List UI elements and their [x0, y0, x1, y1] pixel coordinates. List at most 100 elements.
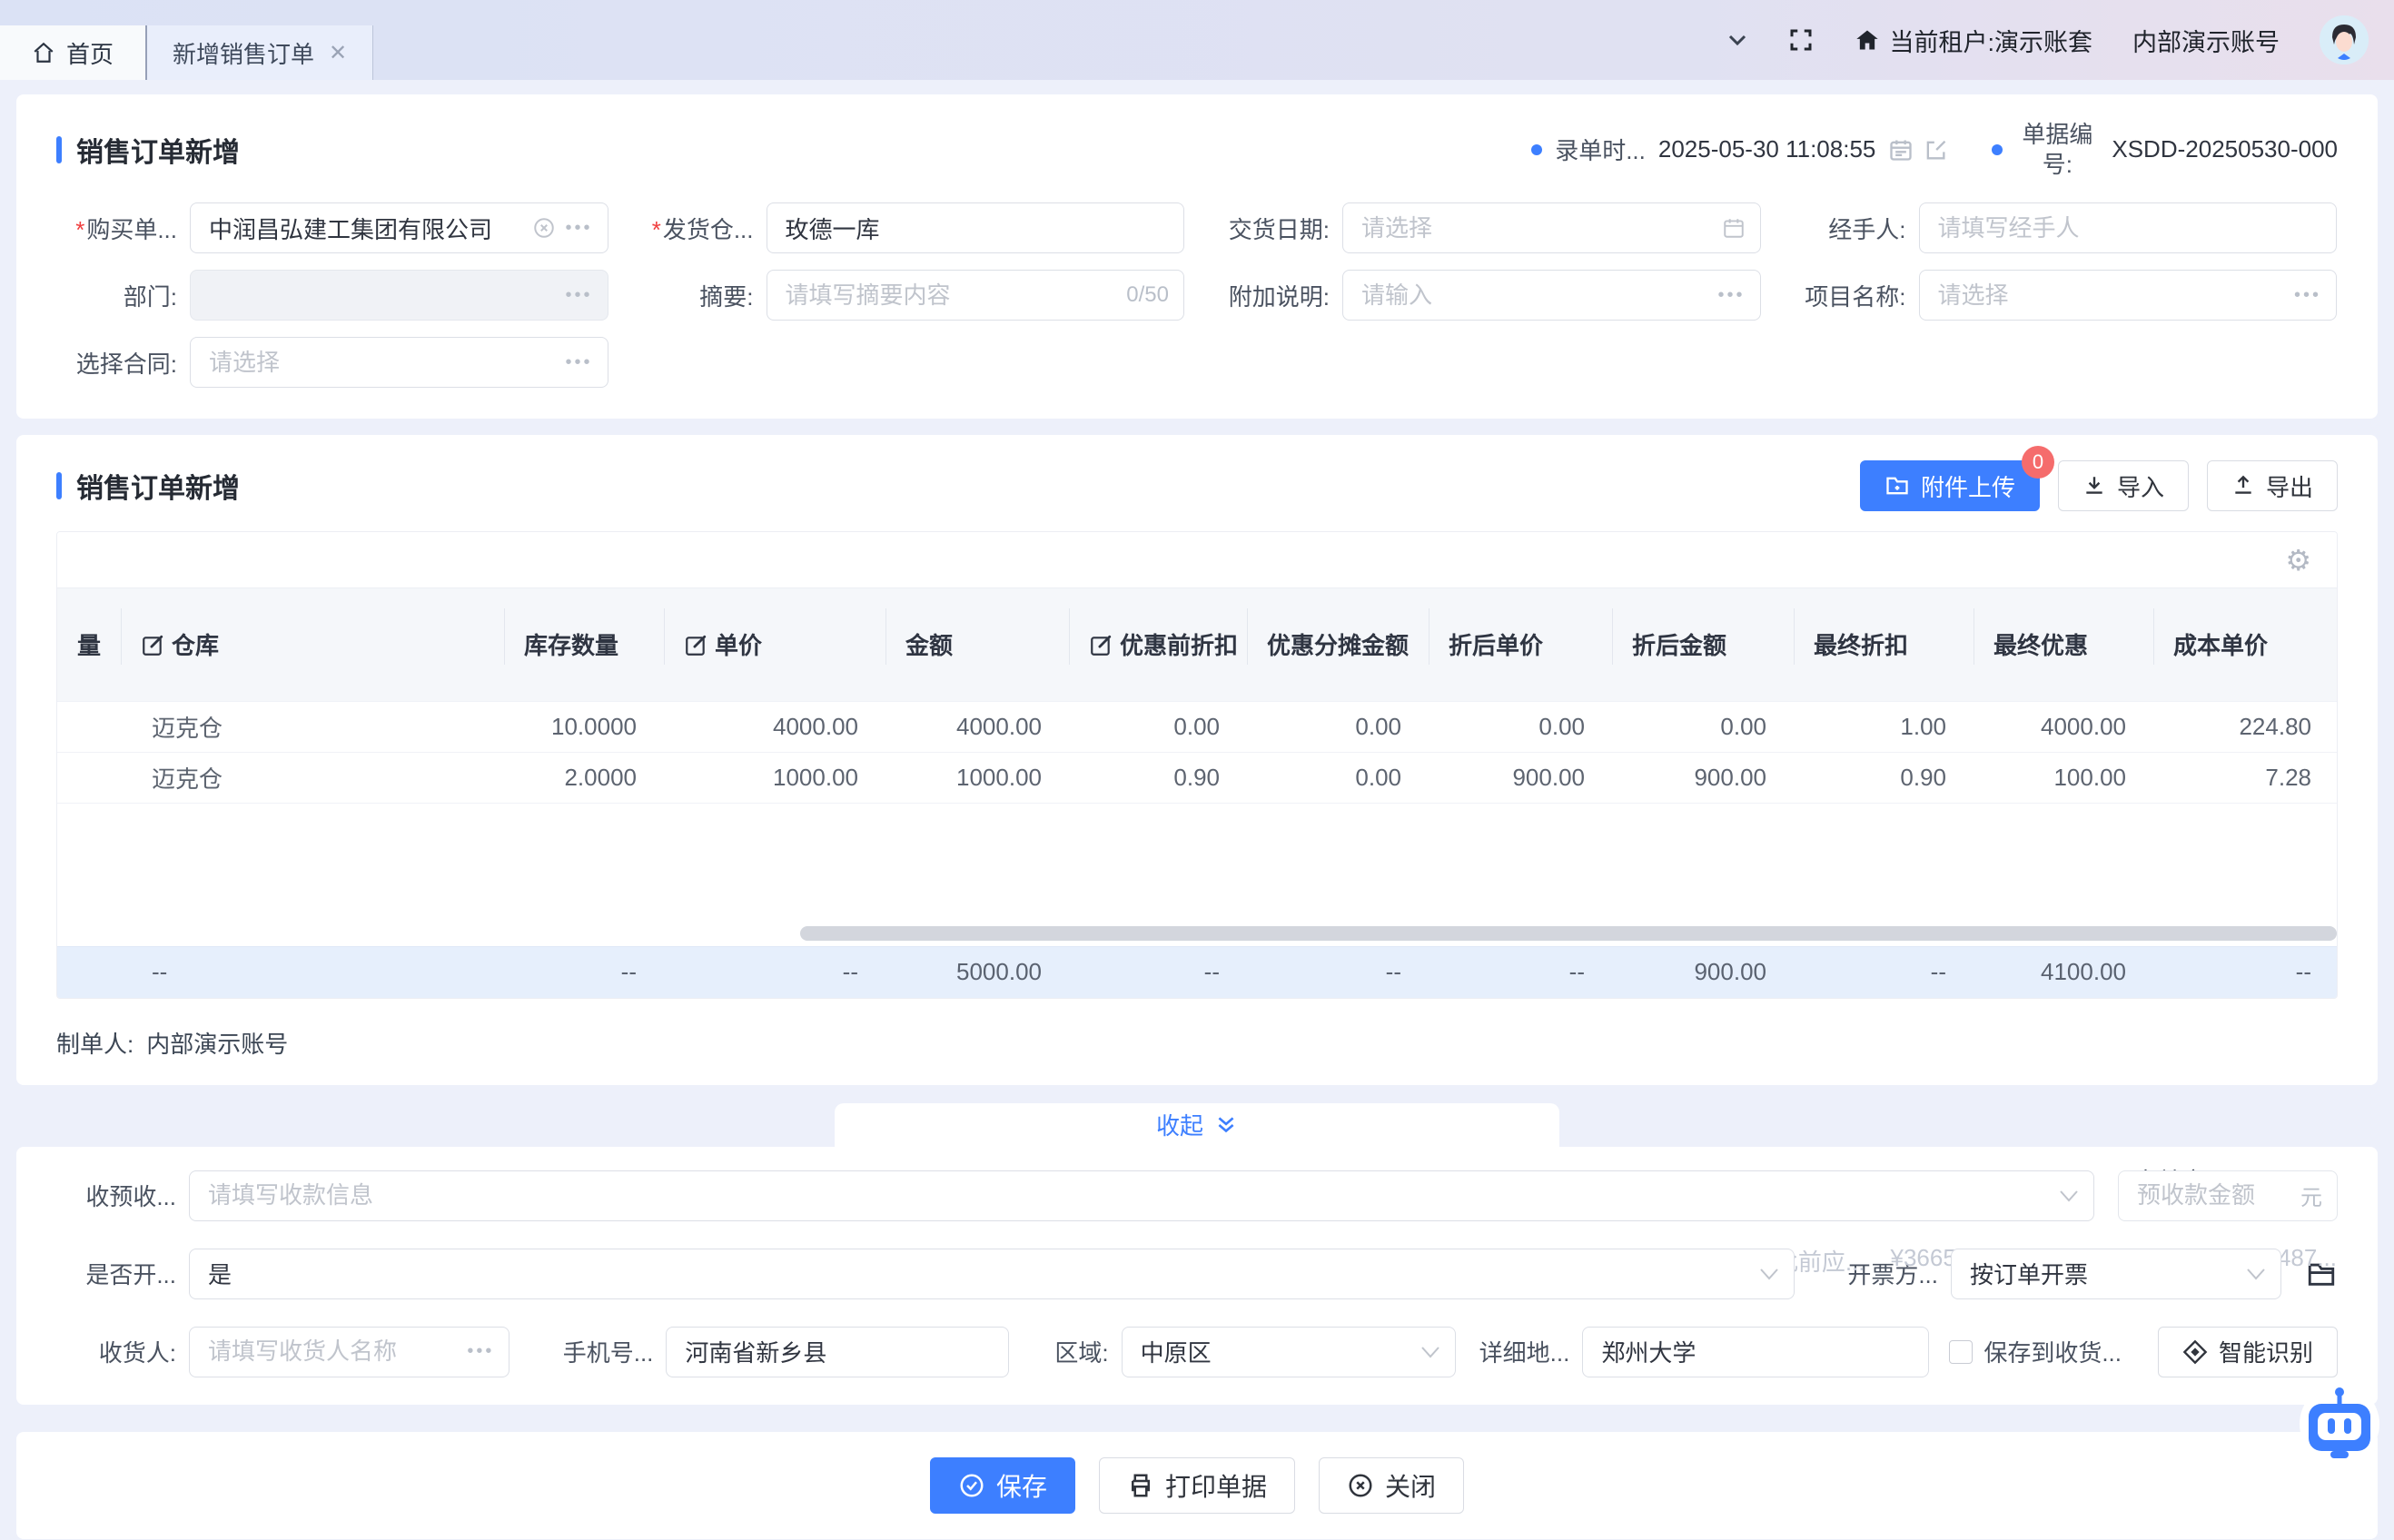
- cell: 10.0000: [504, 701, 664, 752]
- field-project: 项目名称: •••: [1786, 270, 2338, 321]
- more-icon[interactable]: •••: [1717, 285, 1745, 306]
- smart-recognition-button[interactable]: 智能识别: [2158, 1327, 2338, 1377]
- edit-icon[interactable]: [1923, 137, 1948, 163]
- region-select[interactable]: [1122, 1327, 1456, 1377]
- current-tenant[interactable]: 当前租户:演示账套: [1855, 23, 2092, 58]
- column-header[interactable]: 成本单价: [2153, 588, 2338, 701]
- close-button[interactable]: 关闭: [1319, 1457, 1464, 1514]
- table-empty-area: [57, 803, 2337, 946]
- advance-amount-input[interactable]: 元: [2118, 1170, 2338, 1221]
- column-header[interactable]: 折后单价: [1429, 588, 1612, 701]
- calendar-icon[interactable]: [1722, 216, 1746, 240]
- ai-assistant-robot-icon[interactable]: [2296, 1378, 2383, 1466]
- column-settings-gear-icon[interactable]: ⚙: [2285, 543, 2311, 578]
- column-header[interactable]: 金额: [885, 588, 1069, 701]
- contract-input[interactable]: •••: [190, 337, 608, 388]
- summary-cell: --: [664, 947, 885, 998]
- project-input[interactable]: •••: [1919, 270, 2338, 321]
- cell: 0.00: [1429, 701, 1612, 752]
- cell: 1.00: [1794, 701, 1974, 752]
- column-header[interactable]: 最终优惠: [1974, 588, 2153, 701]
- delivery-date-input[interactable]: [1342, 202, 1761, 253]
- page-title: 销售订单新增: [76, 130, 240, 170]
- field-department: 部门: •••: [57, 270, 608, 321]
- print-button[interactable]: 打印单据: [1099, 1457, 1295, 1514]
- account-name[interactable]: 内部演示账号: [2132, 23, 2280, 58]
- more-icon[interactable]: •••: [467, 1341, 494, 1362]
- column-header[interactable]: 库存数量: [504, 588, 664, 701]
- cell: 4000.00: [1974, 701, 2153, 752]
- table-row[interactable]: 迈克仓2.00001000.001000.000.900.00900.00900…: [57, 752, 2338, 803]
- tenant-label: 当前租户:演示账套: [1889, 23, 2092, 58]
- column-header[interactable]: 量: [57, 588, 121, 701]
- clear-icon[interactable]: [532, 216, 556, 240]
- avatar[interactable]: [2320, 15, 2369, 64]
- column-header[interactable]: 折后金额: [1612, 588, 1794, 701]
- summary-input[interactable]: 0/50: [767, 270, 1185, 321]
- column-header[interactable]: 优惠前折扣: [1069, 588, 1247, 701]
- record-time: 录单时... 2025-05-30 11:08:55: [1531, 133, 1948, 166]
- invoice-method-select[interactable]: [1951, 1249, 2281, 1299]
- cell: 0.00: [1612, 701, 1794, 752]
- advance-receipt-label: 收预收...: [56, 1179, 176, 1212]
- tab-home[interactable]: 首页: [0, 25, 145, 80]
- region-label: 区域:: [1054, 1335, 1108, 1368]
- diamond-navigation-icon: [2182, 1339, 2208, 1365]
- save-to-receiver-checkbox[interactable]: [1949, 1340, 1973, 1364]
- column-header[interactable]: 仓库: [121, 588, 504, 701]
- export-button[interactable]: 导出: [2207, 460, 2338, 511]
- warehouse-input[interactable]: [767, 202, 1185, 253]
- field-contract: 选择合同: •••: [57, 337, 608, 388]
- phone-input[interactable]: [666, 1327, 1009, 1377]
- more-icon[interactable]: •••: [565, 352, 592, 373]
- items-table-block: ⚙ 量仓库库存数量单价金额优惠前折扣优惠分摊金额折后单价折后金额最终折扣最终优惠…: [56, 531, 2338, 999]
- record-time-value: 2025-05-30 11:08:55: [1658, 135, 1876, 163]
- handler-input[interactable]: [1919, 202, 2338, 253]
- collapse-button[interactable]: 收起: [835, 1103, 1559, 1147]
- table-row[interactable]: 迈克仓10.00004000.004000.000.000.000.000.00…: [57, 701, 2338, 752]
- department-input[interactable]: •••: [190, 270, 608, 321]
- chevron-down-icon: [1420, 1346, 1440, 1358]
- column-header[interactable]: 优惠分摊金额: [1247, 588, 1429, 701]
- download-icon: [2082, 474, 2106, 498]
- note-input[interactable]: •••: [1342, 270, 1761, 321]
- field-note: 附加说明: •••: [1210, 270, 1761, 321]
- summary-cell: --: [121, 947, 504, 998]
- horizontal-scrollbar[interactable]: [800, 926, 2337, 941]
- save-button[interactable]: 保存: [930, 1457, 1075, 1514]
- summary-table: ------5000.00------900.00--4100.00--: [57, 946, 2338, 998]
- summary-row: ------5000.00------900.00--4100.00--: [57, 947, 2338, 998]
- cell: 0.00: [1069, 701, 1247, 752]
- column-header[interactable]: 单价: [664, 588, 885, 701]
- cell: 0.90: [1069, 752, 1247, 803]
- field-buyer: *购买单... •••: [57, 202, 608, 253]
- payment-delivery-card: 优惠分... 整单折... 1 本单应收: ¥900.00 此前应... ¥36…: [16, 1147, 2378, 1405]
- collapse-label: 收起: [1156, 1108, 1203, 1141]
- fullscreen-icon[interactable]: [1787, 26, 1815, 54]
- chevron-down-icon: [2246, 1268, 2266, 1280]
- tab-new-sales-order[interactable]: 新增销售订单 ✕: [145, 25, 373, 80]
- cell: [57, 701, 121, 752]
- invoice-flag-label: 是否开...: [56, 1257, 176, 1290]
- tab-close-icon[interactable]: ✕: [329, 40, 347, 66]
- blue-dot-icon: [1531, 144, 1542, 155]
- import-button[interactable]: 导入: [2058, 460, 2189, 511]
- more-icon[interactable]: •••: [2294, 285, 2321, 306]
- edit-column-icon: [141, 634, 164, 657]
- column-header[interactable]: 最终折扣: [1794, 588, 1974, 701]
- advance-receipt-select[interactable]: [189, 1170, 2094, 1221]
- attachment-upload-button[interactable]: 附件上传: [1860, 460, 2040, 511]
- maker-label: 制单人:: [56, 1026, 134, 1060]
- invoice-flag-select[interactable]: [189, 1249, 1795, 1299]
- chevron-down-icon[interactable]: [1727, 33, 1747, 47]
- maker-value: 内部演示账号: [146, 1026, 288, 1060]
- cell: 2.0000: [504, 752, 664, 803]
- more-icon[interactable]: •••: [565, 218, 592, 239]
- cell: 0.90: [1794, 752, 1974, 803]
- buyer-input[interactable]: •••: [190, 202, 608, 253]
- address-input[interactable]: [1582, 1327, 1929, 1377]
- calendar-icon[interactable]: [1888, 137, 1914, 163]
- top-bar: 首页 新增销售订单 ✕ 当前租户:演示账套 内部演示账号: [0, 0, 2394, 80]
- receiver-input[interactable]: •••: [189, 1327, 509, 1377]
- more-icon[interactable]: •••: [565, 285, 592, 306]
